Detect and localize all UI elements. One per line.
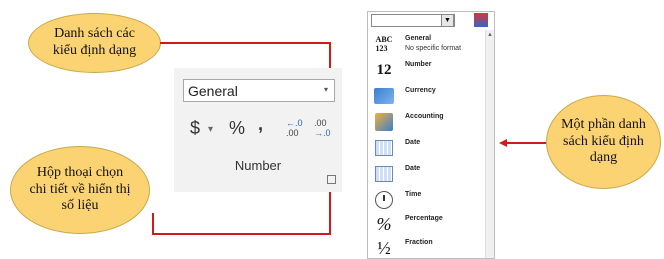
- gallery-scrollbar[interactable]: ▲: [485, 30, 494, 258]
- connector-right-arrowhead: [499, 139, 507, 147]
- callout-format-list-text: Danh sách các kiểu định dạng: [52, 26, 137, 58]
- connector-bottom-horizontal: [152, 233, 331, 235]
- format-item-fraction[interactable]: ½ Fraction: [372, 236, 484, 258]
- scroll-up-icon[interactable]: ▲: [487, 32, 493, 38]
- callout-number-dialog-text: Hộp thoại chọn chi tiết về hiển thị số l…: [29, 164, 131, 214]
- callout-number-dialog: Hộp thoại chọn chi tiết về hiển thị số l…: [10, 146, 150, 234]
- fraction-icon: ½: [377, 237, 391, 258]
- currency-format-button[interactable]: $: [190, 118, 200, 139]
- increase-decimal-bottom: .00: [286, 128, 299, 138]
- number-format-value: General: [188, 83, 238, 99]
- format-item-currency[interactable]: Currency: [372, 84, 484, 110]
- format-item-label: Accounting: [405, 113, 444, 120]
- gallery-header: ▼: [368, 12, 494, 30]
- format-item-label: Time: [405, 191, 422, 198]
- number-format-dropdown[interactable]: General ▾: [183, 79, 335, 102]
- calendar-icon: [372, 136, 396, 160]
- chevron-down-icon[interactable]: ▼: [441, 14, 454, 27]
- currency-icon: [372, 84, 396, 108]
- connector-bottom-vertical-left: [152, 213, 154, 235]
- connector-bottom-vertical-right: [329, 192, 331, 235]
- format-item-label: Percentage: [405, 215, 443, 222]
- format-item-sublabel: No specific format: [405, 45, 462, 52]
- format-item-number[interactable]: 12 Number: [372, 58, 484, 84]
- increase-decimal-top: ←.0: [286, 118, 303, 128]
- callout-partial-format-list-text: Một phần danh sách kiểu định dạng: [561, 116, 646, 166]
- decrease-decimal-button[interactable]: .00 →.0: [314, 118, 336, 140]
- chevron-down-icon[interactable]: ▾: [324, 85, 328, 94]
- currency-dropdown-caret[interactable]: ▾: [208, 124, 213, 135]
- dialog-launcher-icon[interactable]: [327, 175, 336, 184]
- clock-icon: [372, 188, 396, 212]
- callout-format-list: Danh sách các kiểu định dạng: [28, 13, 161, 73]
- number-12-icon: 12: [376, 61, 392, 78]
- conditional-format-icon[interactable]: [474, 13, 488, 27]
- percent-icon: %: [376, 213, 392, 234]
- decrease-decimal-top: .00: [314, 118, 327, 128]
- format-item-general[interactable]: ABC 123 General No specific format: [372, 32, 484, 58]
- format-item-time[interactable]: Time: [372, 188, 484, 214]
- format-item-long-date[interactable]: Date: [372, 162, 484, 188]
- connector-right-horizontal: [506, 142, 546, 144]
- accounting-icon: [372, 110, 396, 134]
- format-item-label: Date: [405, 165, 421, 172]
- format-item-label: Number: [405, 61, 432, 68]
- callout-partial-format-list: Một phần danh sách kiểu định dạng: [546, 95, 661, 189]
- abc-123-icon: ABC 123: [375, 35, 393, 53]
- increase-decimal-button[interactable]: ←.0 .00: [286, 118, 306, 140]
- connector-top-horizontal: [160, 42, 331, 44]
- format-item-label: Fraction: [405, 239, 433, 246]
- format-item-percentage[interactable]: % Percentage: [372, 212, 484, 238]
- percent-style-button[interactable]: %: [229, 118, 245, 139]
- format-item-accounting[interactable]: Accounting: [372, 110, 484, 136]
- decrease-decimal-bottom: →.0: [314, 128, 331, 138]
- format-item-label: General: [405, 35, 432, 42]
- comma-style-button[interactable]: ,: [258, 114, 263, 135]
- number-ribbon-group: General ▾ $ ▾ % , ←.0 .00 .00 →.0 Number: [174, 68, 342, 192]
- format-item-label: Date: [405, 139, 421, 146]
- calendar-icon: [372, 162, 396, 186]
- format-item-short-date[interactable]: Date: [372, 136, 484, 162]
- format-item-label: Currency: [405, 87, 436, 94]
- number-group-label: Number: [234, 158, 282, 173]
- number-format-gallery: ▼ ▲ ABC 123 General No specific format 1…: [367, 11, 495, 259]
